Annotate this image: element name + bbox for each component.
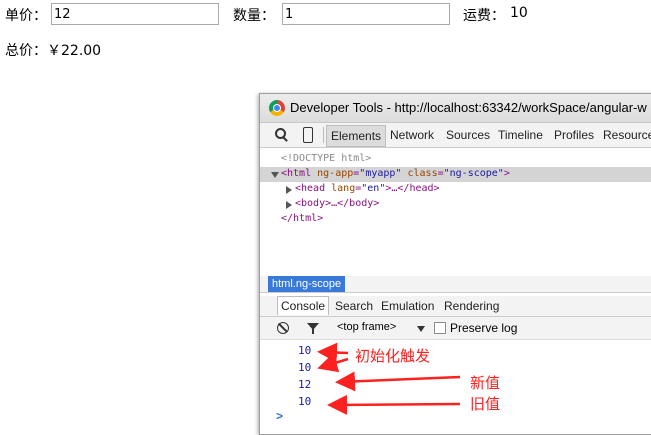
arrow-to-log-1 <box>317 342 349 363</box>
annotation-new-value: 新值 <box>470 374 501 392</box>
arrow-to-log-2 <box>317 353 349 373</box>
arrow-to-new-value <box>335 371 461 392</box>
annotation-init-trigger: 初始化触发 <box>355 347 431 365</box>
annotation-arrows <box>317 342 461 415</box>
arrow-to-old-value <box>327 394 461 415</box>
annotation-old-value: 旧值 <box>470 395 501 413</box>
